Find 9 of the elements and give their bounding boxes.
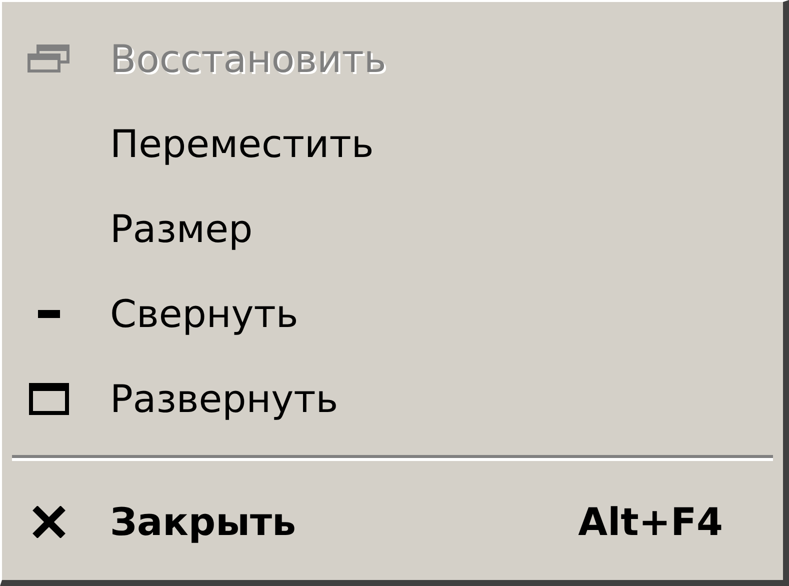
- menu-item[interactable]: Свернуть: [2, 271, 783, 356]
- menu-item[interactable]: Размер: [2, 186, 783, 271]
- menu-item[interactable]: Развернуть: [2, 356, 783, 441]
- restore-icon: [26, 44, 72, 74]
- menu-item[interactable]: Закрыть Alt+F4: [2, 479, 783, 564]
- maximize-icon: [29, 382, 69, 414]
- minimize-icon: [38, 310, 60, 318]
- close-icon: [32, 506, 66, 538]
- menu-item[interactable]: Переместить: [2, 101, 783, 186]
